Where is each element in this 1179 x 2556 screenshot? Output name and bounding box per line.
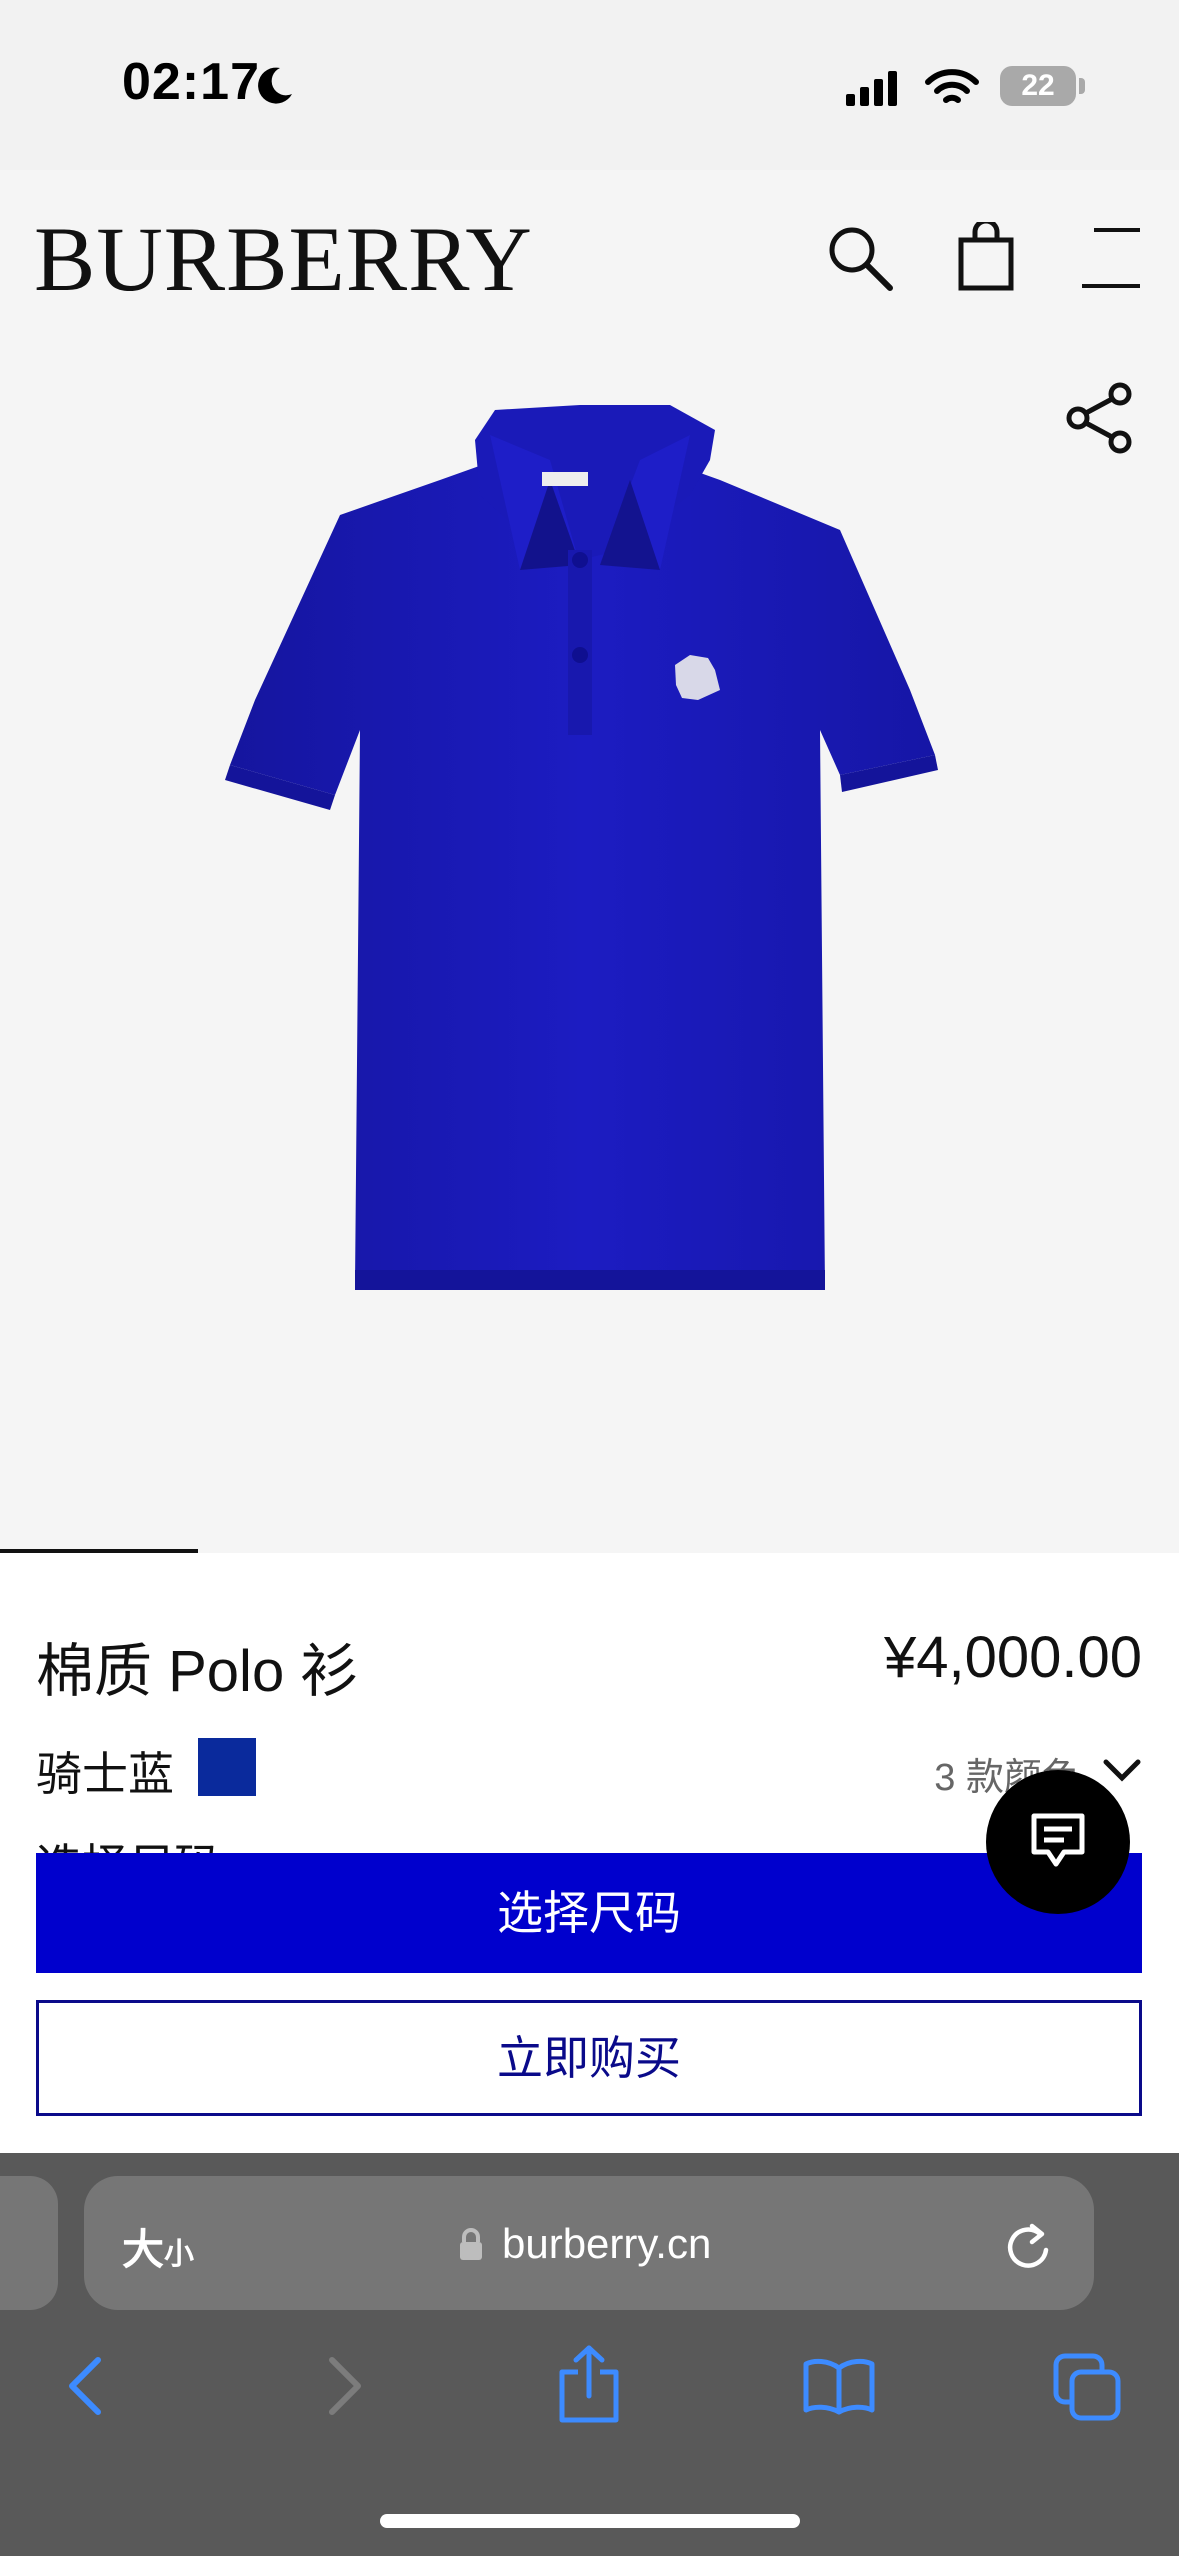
text-size-big: 大 (122, 2226, 165, 2273)
shopping-bag-icon[interactable] (956, 222, 1016, 292)
bookmarks-icon[interactable] (802, 2356, 876, 2416)
product-price: ¥4,000.00 (883, 1625, 1142, 1690)
product-image (225, 405, 938, 1290)
text-size-small: 小 (164, 2238, 195, 2271)
color-swatch[interactable] (198, 1738, 256, 1796)
tabs-icon[interactable] (1052, 2352, 1124, 2424)
wifi-icon (925, 69, 979, 103)
home-indicator (380, 2514, 800, 2528)
menu-icon[interactable] (1080, 224, 1146, 294)
chat-icon (1031, 1813, 1085, 1867)
battery-cap (1079, 78, 1085, 94)
lock-icon (460, 2228, 482, 2260)
forward-icon[interactable] (322, 2354, 366, 2418)
status-time: 02:17 (122, 53, 260, 111)
chevron-down-icon[interactable] (1102, 1756, 1142, 1786)
color-name: 骑士蓝 (36, 1748, 174, 1800)
reload-icon[interactable] (1002, 2218, 1054, 2274)
signal-icon (846, 71, 897, 106)
select-size-button[interactable]: 选择尺码 (36, 1853, 1142, 1973)
back-icon[interactable] (64, 2354, 108, 2418)
product-name: 棉质 Polo 衫 (36, 1639, 359, 1704)
previous-tab-peek[interactable] (0, 2176, 58, 2310)
url-text[interactable]: burberry.cn (502, 2220, 711, 2268)
buy-now-button[interactable]: 立即购买 (36, 2000, 1142, 2116)
share-icon[interactable] (1064, 382, 1136, 454)
share-sheet-icon[interactable] (556, 2344, 622, 2426)
battery-level: 22 (1021, 69, 1055, 102)
search-icon[interactable] (826, 224, 896, 294)
text-size-button[interactable]: 大小 (122, 2216, 194, 2277)
brand-logo[interactable]: BURBERRY (34, 206, 533, 312)
size-hint: 选择尺码 (36, 1836, 220, 1854)
moon-icon (258, 67, 292, 104)
